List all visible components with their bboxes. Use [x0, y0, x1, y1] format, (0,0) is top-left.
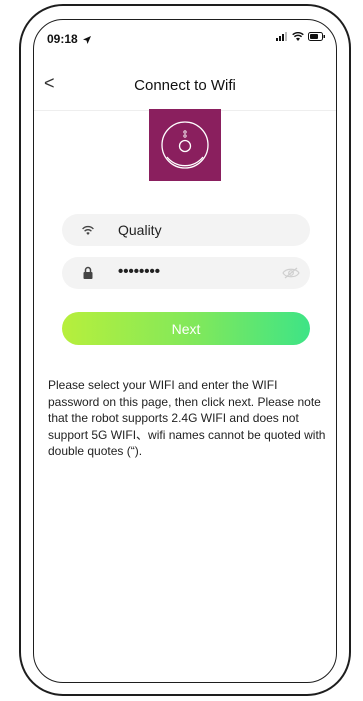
status-bar: 09:18: [34, 20, 336, 62]
location-arrow-icon: [83, 35, 92, 44]
wifi-name-field[interactable]: Quality: [62, 214, 310, 246]
nav-bar: < Connect to Wifi: [34, 62, 336, 111]
page-title: Connect to Wifi: [134, 77, 236, 94]
robot-logo: [149, 109, 221, 181]
wifi-ssid-value: Quality: [118, 222, 162, 238]
phone-screen: 09:18 < Connect to Wifi Quality ••••••••…: [33, 19, 337, 683]
next-button[interactable]: Next: [62, 312, 310, 345]
next-button-label: Next: [171, 320, 201, 337]
status-time: 09:18: [47, 32, 92, 46]
status-time-text: 09:18: [47, 32, 78, 46]
wifi-icon: [292, 32, 304, 41]
password-field[interactable]: ••••••••: [62, 257, 310, 289]
signal-icon: [276, 32, 287, 41]
lock-icon: [83, 266, 93, 279]
robot-vacuum-icon: [161, 121, 209, 169]
battery-icon: [308, 32, 325, 41]
eye-off-icon[interactable]: [282, 266, 300, 280]
password-masked-value: ••••••••: [118, 263, 161, 280]
wifi-icon: [82, 225, 94, 235]
instructions-text: Please select your WIFI and enter the WI…: [48, 378, 326, 458]
status-icons: [276, 32, 326, 41]
